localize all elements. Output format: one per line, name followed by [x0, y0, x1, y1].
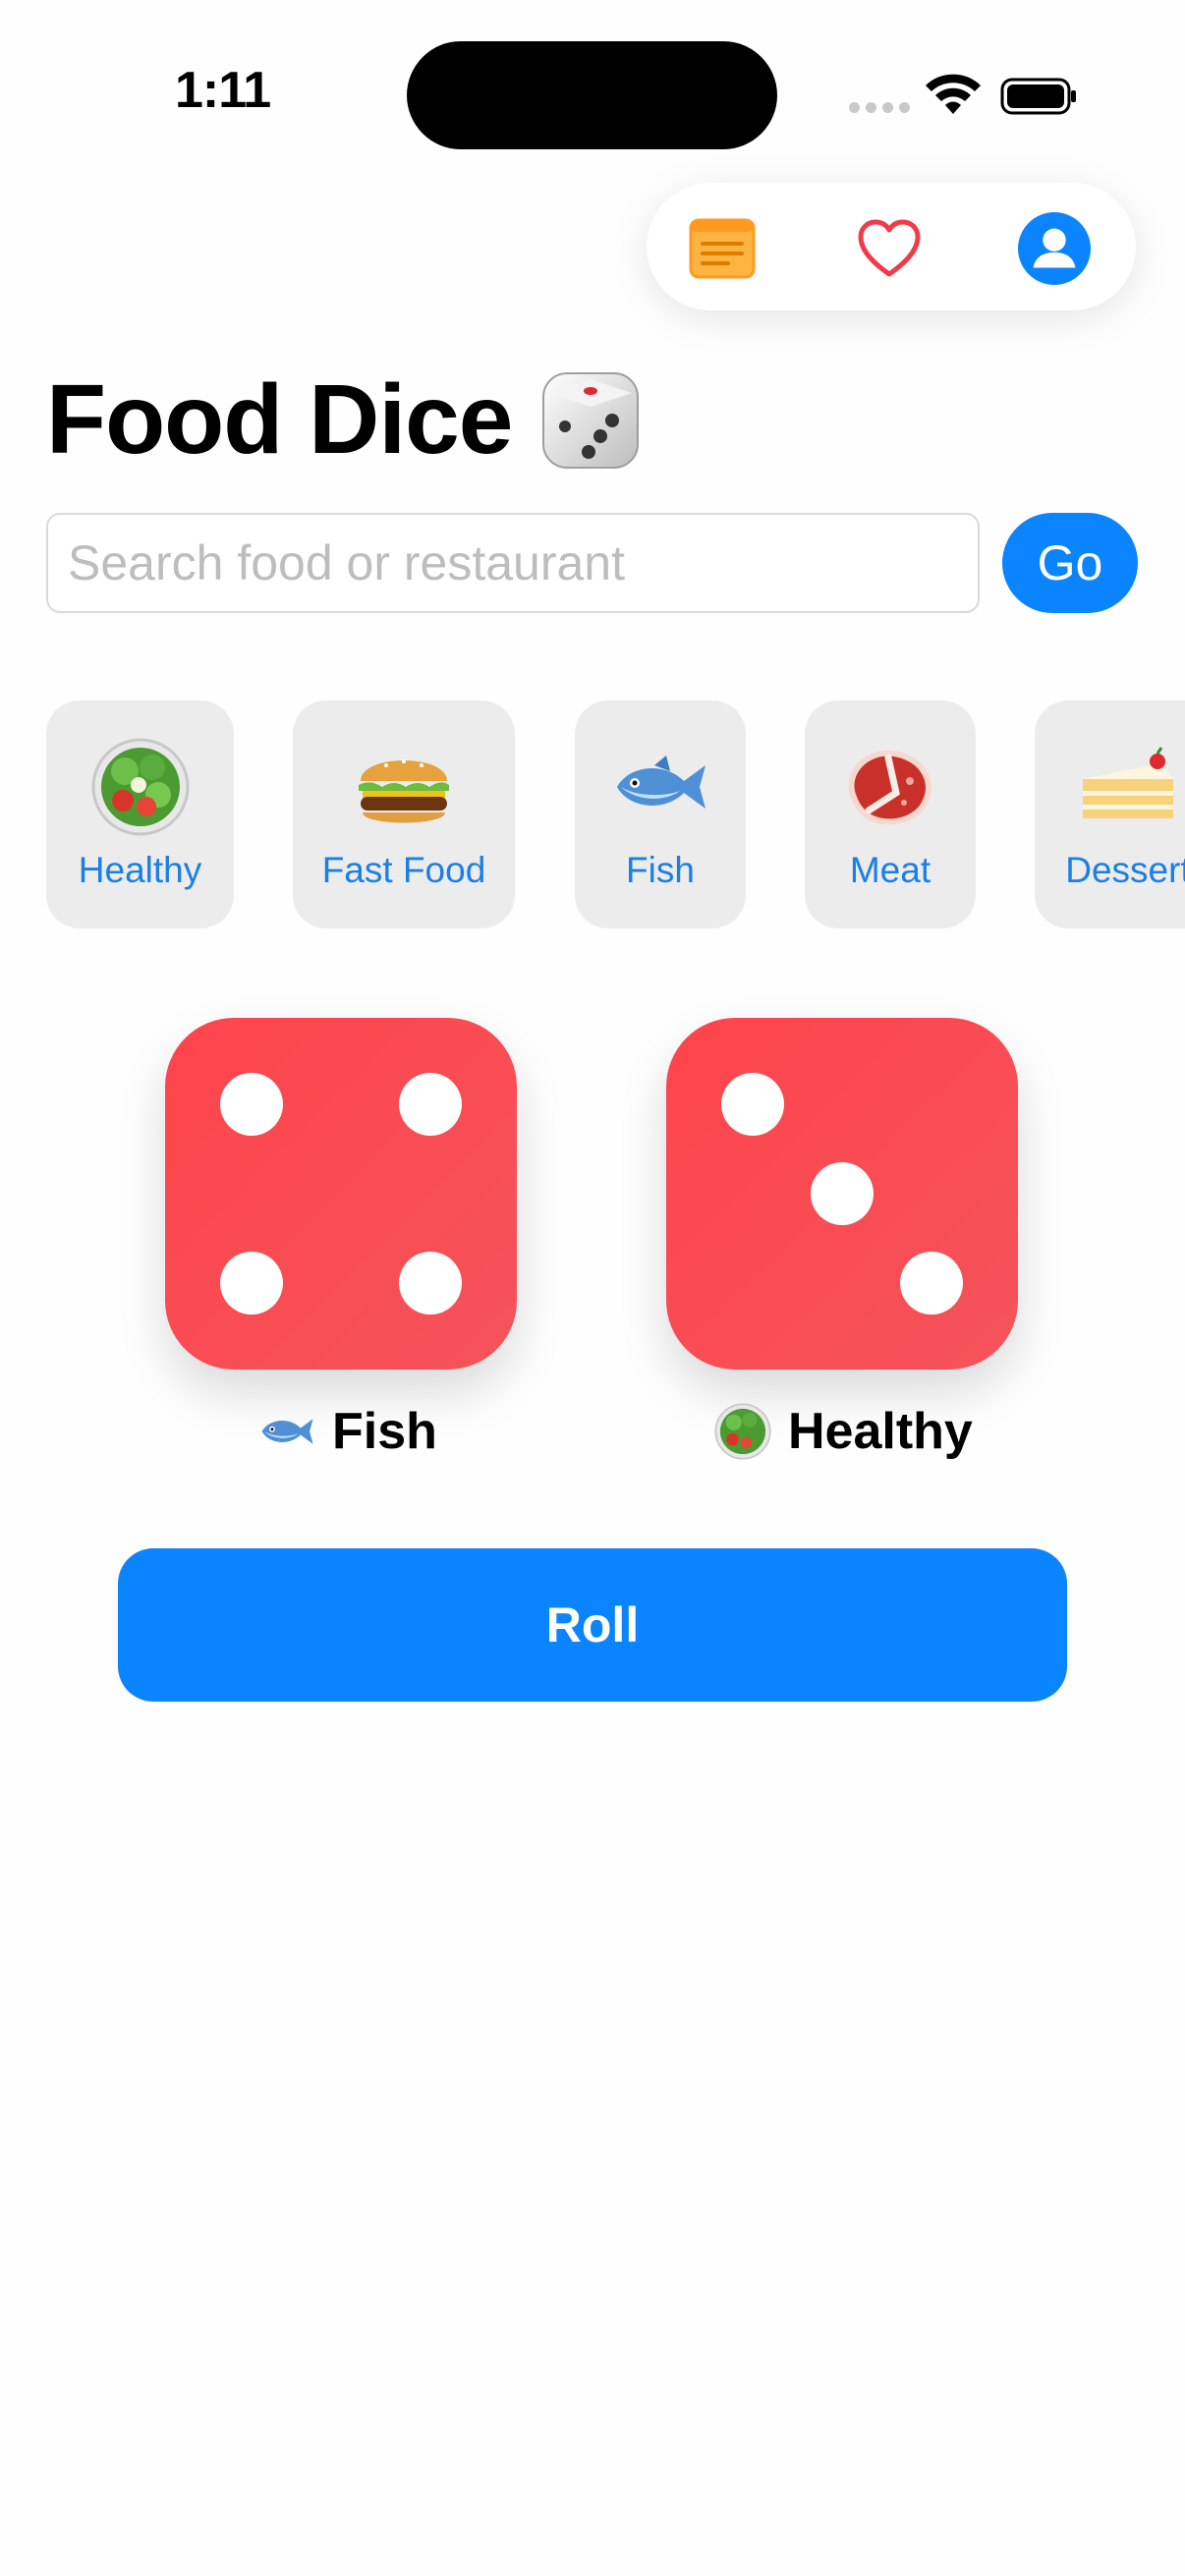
salad-icon — [91, 738, 189, 836]
news-icon — [689, 218, 756, 279]
fish-icon — [261, 1419, 313, 1444]
die-right[interactable] — [666, 1018, 1018, 1370]
die-right-caption: Healthy — [713, 1397, 973, 1466]
favorites-button[interactable] — [853, 212, 926, 285]
die-left-caption: Fish — [257, 1397, 437, 1466]
heart-icon — [858, 219, 921, 277]
category-healthy[interactable]: Healthy — [46, 700, 234, 928]
die-pip — [399, 1252, 462, 1315]
category-fast-food[interactable]: Fast Food — [293, 700, 515, 928]
die-pip — [811, 1162, 874, 1225]
category-fish[interactable]: Fish — [575, 700, 746, 928]
game-die-icon — [542, 371, 640, 469]
die-pip — [900, 1252, 963, 1315]
cake-icon — [1083, 747, 1173, 818]
category-label: Fish — [626, 850, 695, 890]
die-pip — [721, 1073, 784, 1136]
die-left[interactable] — [165, 1018, 517, 1370]
news-button[interactable] — [686, 212, 759, 285]
die-pip — [399, 1073, 462, 1136]
page-title: Food Dice — [46, 364, 642, 476]
category-label: Fast Food — [321, 850, 486, 890]
category-list: Healthy Fast Food Fish Meat Dessert — [0, 700, 1185, 928]
die-right-label: Healthy — [788, 1403, 973, 1460]
fish-icon — [617, 756, 705, 809]
top-toolbar — [647, 183, 1136, 310]
dynamic-island — [407, 41, 777, 149]
status-time: 1:11 — [175, 62, 271, 119]
die-left-label: Fish — [332, 1403, 437, 1460]
go-button[interactable]: Go — [1002, 513, 1138, 613]
wifi-icon — [926, 74, 981, 114]
category-dessert[interactable]: Dessert — [1035, 700, 1185, 928]
battery-icon — [1000, 78, 1076, 115]
salad-icon — [714, 1403, 771, 1460]
category-label: Dessert — [1065, 850, 1185, 890]
hamburger-icon — [359, 759, 449, 823]
die-pip — [220, 1252, 283, 1315]
cellular-signal-icon — [849, 102, 910, 113]
die-pip — [220, 1073, 283, 1136]
meat-icon — [848, 750, 931, 825]
roll-button[interactable]: Roll — [118, 1548, 1067, 1702]
category-label: Meat — [849, 850, 931, 890]
page-title-text: Food Dice — [46, 364, 513, 475]
person-circle-icon — [1018, 212, 1091, 285]
profile-button[interactable] — [1018, 212, 1091, 285]
app-screen: 1:11 Food Dice Search food or restaurant… — [0, 0, 1185, 2576]
search-input[interactable] — [46, 513, 980, 613]
category-meat[interactable]: Meat — [805, 700, 976, 928]
category-label: Healthy — [78, 850, 202, 890]
